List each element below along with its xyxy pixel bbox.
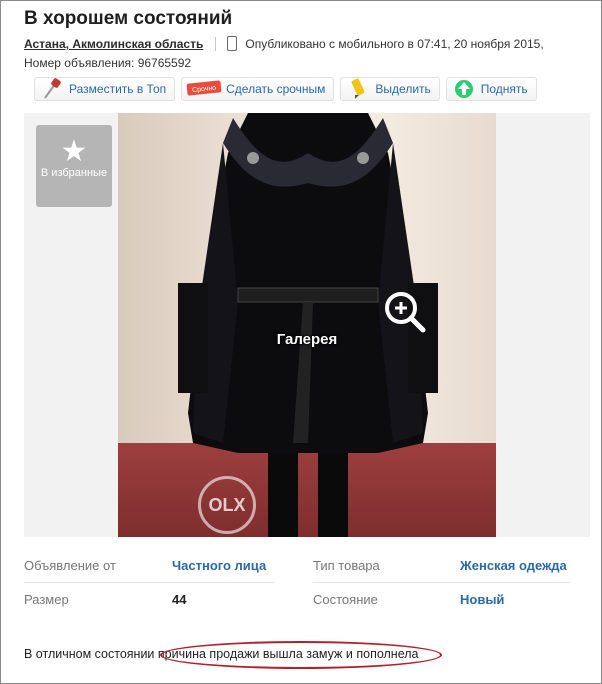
photo-gallery[interactable]: Галерея OLX ★ В избранные bbox=[24, 113, 590, 537]
highlight-label: Выделить bbox=[375, 82, 431, 96]
top-placement-label: Разместить в Топ bbox=[69, 82, 167, 96]
size-value: 44 bbox=[172, 592, 187, 607]
urgent-badge-icon: Срочно bbox=[186, 78, 222, 100]
gallery-label[interactable]: Галерея bbox=[118, 331, 496, 348]
meta-divider bbox=[214, 37, 216, 51]
description-part1: В отличном состоянии bbox=[24, 647, 155, 661]
highlight-button[interactable]: Выделить bbox=[340, 77, 440, 101]
condition-label: Состояние bbox=[313, 592, 378, 607]
mobile-phone-icon bbox=[227, 36, 238, 51]
zoom-magnifier-icon[interactable] bbox=[381, 288, 429, 336]
offer-from-label: Объявление от bbox=[24, 558, 116, 573]
top-placement-button[interactable]: Разместить в Топ bbox=[34, 77, 176, 101]
raise-arrow-icon bbox=[451, 78, 477, 100]
ad-number: Номер объявления: 96765592 bbox=[24, 56, 192, 70]
row-divider bbox=[24, 582, 274, 583]
location-link[interactable]: Астана, Акмолинская область bbox=[24, 37, 203, 51]
olx-watermark: OLX bbox=[198, 476, 256, 534]
ad-title: В хорошем состояний bbox=[24, 8, 233, 29]
add-to-favorites-button[interactable]: ★ В избранные bbox=[36, 125, 112, 207]
published-info: Опубликовано с мобильного в 07:41, 20 но… bbox=[245, 37, 544, 51]
main-photo[interactable]: Галерея OLX bbox=[118, 113, 496, 537]
raise-label: Поднять bbox=[480, 82, 528, 96]
highlight-oval bbox=[160, 641, 442, 669]
property-row: Объявление от Частного лица Тип товара Ж… bbox=[24, 552, 570, 586]
urgent-button[interactable]: Срочно Сделать срочным bbox=[181, 77, 335, 101]
product-type-label: Тип товара bbox=[313, 558, 380, 573]
row-divider bbox=[313, 582, 570, 583]
ad-meta: Астана, Акмолинская область Опубликовано… bbox=[24, 36, 544, 51]
product-type-value[interactable]: Женская одежда bbox=[460, 558, 567, 573]
star-icon: ★ bbox=[60, 135, 88, 168]
offer-from-value[interactable]: Частного лица bbox=[172, 558, 266, 573]
size-label: Размер bbox=[24, 592, 69, 607]
promo-toolbar: Разместить в Топ Срочно Сделать срочным … bbox=[34, 77, 537, 101]
raise-button[interactable]: Поднять bbox=[445, 77, 537, 101]
marker-icon bbox=[345, 78, 371, 100]
urgent-label: Сделать срочным bbox=[226, 82, 326, 96]
favorites-label: В избранные bbox=[40, 167, 108, 179]
condition-value[interactable]: Новый bbox=[460, 592, 504, 607]
pin-icon bbox=[39, 78, 65, 100]
property-row: Размер 44 Состояние Новый bbox=[24, 586, 570, 620]
